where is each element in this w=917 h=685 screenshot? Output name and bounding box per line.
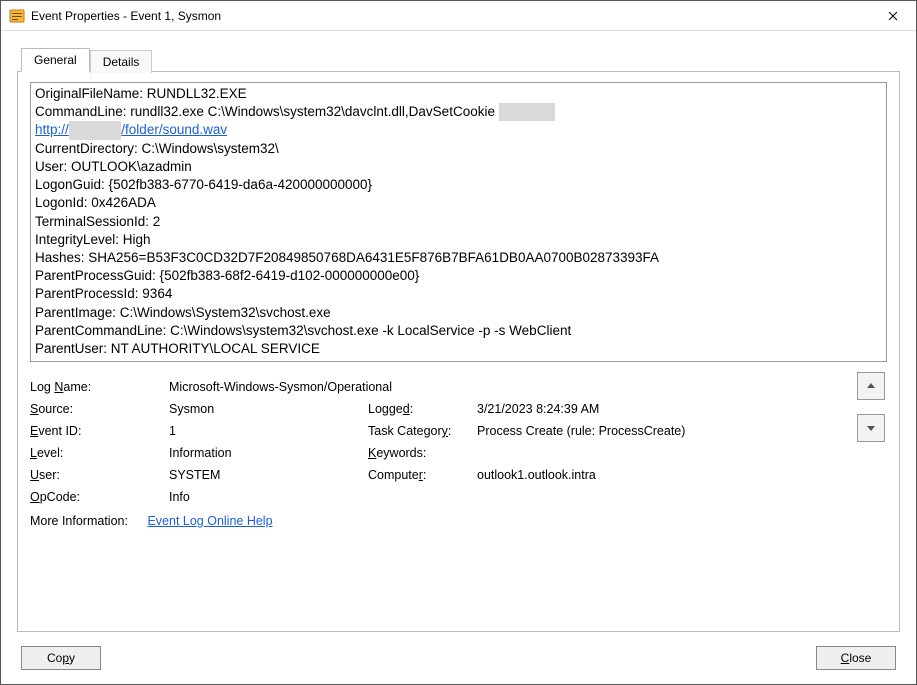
detail-line: CurrentDirectory: C:\Windows\system32\ xyxy=(35,140,882,158)
label-event-id: Event ID: xyxy=(30,424,165,438)
value-computer: outlook1.outlook.intra xyxy=(477,468,837,482)
label-logged: Logged: xyxy=(368,402,473,416)
app-icon xyxy=(9,8,25,24)
fields-grid: Log Name: Microsoft-Windows-Sysmon/Opera… xyxy=(30,380,837,504)
detail-line: ParentCommandLine: C:\Windows\system32\s… xyxy=(35,322,882,340)
detail-line: CommandLine: rundll32.exe C:\Windows\sys… xyxy=(35,103,882,121)
detail-line: ParentUser: NT AUTHORITY\LOCAL SERVICE xyxy=(35,340,882,358)
label-computer: Computer: xyxy=(368,468,473,482)
prev-record-button[interactable] xyxy=(857,372,885,400)
close-button[interactable]: Close xyxy=(816,646,896,670)
value-opcode: Info xyxy=(169,490,837,504)
value-keywords xyxy=(477,446,837,460)
tab-strip: General Details xyxy=(17,47,900,71)
copy-button[interactable]: Copy xyxy=(21,646,101,670)
detail-line: Hashes: SHA256=B53F3C0CD32D7F20849850768… xyxy=(35,249,882,267)
value-level: Information xyxy=(169,446,364,460)
more-info-row: More Information: Event Log Online Help xyxy=(30,514,837,528)
detail-line: ParentProcessGuid: {502fb383-68f2-6419-d… xyxy=(35,267,882,285)
detail-wrap: OriginalFileName: RUNDLL32.EXECommandLin… xyxy=(30,82,887,362)
value-event-id: 1 xyxy=(169,424,364,438)
label-keywords: Keywords: xyxy=(368,446,473,460)
label-log-name: Log Name: xyxy=(30,380,165,394)
label-source: Source: xyxy=(30,402,165,416)
close-window-button[interactable] xyxy=(870,1,916,31)
detail-line: IntegrityLevel: High xyxy=(35,231,882,249)
next-record-button[interactable] xyxy=(857,414,885,442)
detail-line: TerminalSessionId: 2 xyxy=(35,213,882,231)
bottom-bar: Copy Close xyxy=(17,646,900,670)
window-title: Event Properties - Event 1, Sysmon xyxy=(31,9,870,23)
label-opcode: OpCode: xyxy=(30,490,165,504)
redacted-segment xyxy=(69,121,122,139)
tab-details[interactable]: Details xyxy=(90,50,153,73)
label-task-category: Task Category: xyxy=(368,424,473,438)
label-user: User: xyxy=(30,468,165,482)
detail-line: ParentProcessId: 9364 xyxy=(35,285,882,303)
detail-line: LogonId: 0x426ADA xyxy=(35,194,882,212)
value-logged: 3/21/2023 8:24:39 AM xyxy=(477,402,837,416)
value-task-category: Process Create (rule: ProcessCreate) xyxy=(477,424,837,438)
record-nav xyxy=(857,372,885,442)
detail-link[interactable]: http:// /folder/sound.wav xyxy=(35,122,227,137)
redacted-segment xyxy=(499,103,555,121)
tab-panel-general: OriginalFileName: RUNDLL32.EXECommandLin… xyxy=(17,71,900,632)
client-area: General Details OriginalFileName: RUNDLL… xyxy=(1,31,916,684)
event-log-online-help-link[interactable]: Event Log Online Help xyxy=(147,514,272,528)
detail-line: User: OUTLOOK\azadmin xyxy=(35,158,882,176)
label-more-info: More Information: xyxy=(30,514,128,528)
label-level: Level: xyxy=(30,446,165,460)
detail-line: OriginalFileName: RUNDLL32.EXE xyxy=(35,85,882,103)
detail-line: ParentImage: C:\Windows\System32\svchost… xyxy=(35,304,882,322)
event-properties-window: Event Properties - Event 1, Sysmon Gener… xyxy=(0,0,917,685)
value-user: SYSTEM xyxy=(169,468,364,482)
event-details-textbox[interactable]: OriginalFileName: RUNDLL32.EXECommandLin… xyxy=(30,82,887,362)
value-log-name: Microsoft-Windows-Sysmon/Operational xyxy=(169,380,837,394)
titlebar: Event Properties - Event 1, Sysmon xyxy=(1,1,916,31)
value-source: Sysmon xyxy=(169,402,364,416)
detail-line: http:// /folder/sound.wav xyxy=(35,121,882,139)
detail-line: LogonGuid: {502fb383-6770-6419-da6a-4200… xyxy=(35,176,882,194)
tab-general[interactable]: General xyxy=(21,48,90,72)
